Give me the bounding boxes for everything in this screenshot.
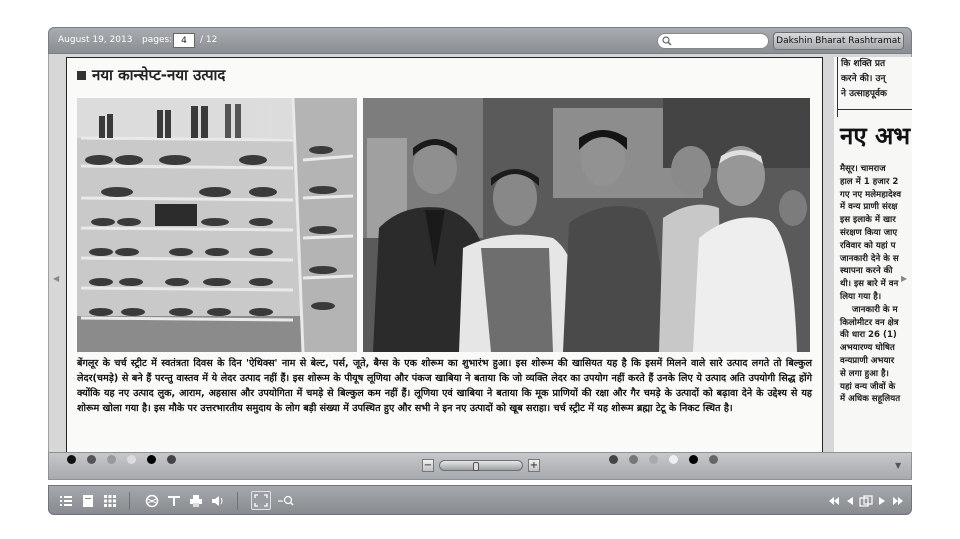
registration-dot (87, 455, 96, 464)
previous-page-icon[interactable] (843, 494, 857, 508)
registration-dot (669, 455, 678, 464)
adjacent-line: गए नए मलेमहादेश्व (840, 189, 901, 200)
adjacent-line: संरक्षण किया जाए (840, 227, 898, 238)
adjacent-line: थी। इस बारे में वन (840, 279, 899, 290)
toolbar-divider (237, 492, 238, 510)
speaker-icon[interactable] (211, 494, 225, 508)
search-icon (662, 36, 672, 46)
adjacent-line: हाल में 1 हजार 2 (840, 176, 899, 187)
adjacent-line: इस इलाके में खार (840, 215, 896, 226)
last-page-icon[interactable] (891, 494, 905, 508)
registration-dot (147, 455, 156, 464)
registration-dot (127, 455, 136, 464)
adjacent-line: जानकारी देने के स (840, 253, 899, 264)
shoe-shelves-photo (77, 98, 357, 352)
chevron-down-icon[interactable]: ▼ (895, 461, 901, 470)
publication-button[interactable]: Dakshin Bharat Rashtramat (773, 32, 904, 50)
adjacent-line: यहां वन्य जीवों के (840, 381, 896, 392)
page-number-input[interactable] (173, 33, 195, 48)
adjacent-body: मैसूर। चामराज हाल में 1 हजार 2 गए नए मले… (840, 163, 901, 406)
prev-page-arrow-icon[interactable]: ◀ (53, 274, 59, 283)
top-toolbar: August 19, 2013 pages: / 12 Dakshin Bhar… (48, 27, 912, 54)
adjacent-line: जानकारी के म (852, 304, 898, 315)
adjacent-line: किलोमीटर वन क्षेत्र (840, 317, 899, 328)
registration-dot (67, 455, 76, 464)
adjacent-line: ने उत्साहपूर्वक (841, 89, 887, 99)
issue-date: August 19, 2013 (58, 35, 133, 45)
adjacent-line: वन्यप्राणी अभयार (840, 355, 895, 366)
zoom-out-icon[interactable] (277, 494, 295, 508)
adjacent-line: स्थापना करने की (840, 266, 893, 277)
zoom-in-button[interactable]: + (528, 459, 540, 472)
clipping-article-text: बेंगलूर के चर्च स्ट्रीट में स्वतंत्रता द… (77, 358, 812, 414)
adjacent-line: मैसूर। चामराज (840, 164, 886, 174)
registration-dot (629, 455, 638, 464)
registration-dot (709, 455, 718, 464)
news-clipping: नया कान्सेप्ट-नया उत्पाद बेंगलूर के चर्च… (66, 57, 823, 475)
pages-label: pages: (142, 35, 173, 45)
two-page-spread-icon[interactable] (859, 494, 873, 508)
next-page-icon[interactable] (875, 494, 889, 508)
text-view-icon[interactable] (167, 494, 181, 508)
single-page-icon[interactable] (81, 494, 95, 508)
adjacent-line: रविवार को यहां प (840, 240, 896, 251)
next-page-arrow-icon[interactable]: ▶ (901, 274, 907, 283)
fullscreen-button[interactable] (251, 491, 271, 510)
flipbook-viewer: August 19, 2013 pages: / 12 Dakshin Bhar… (48, 27, 912, 515)
print-registration-dots-left (67, 453, 187, 464)
zoom-slider-thumb[interactable] (473, 462, 479, 471)
list-view-icon[interactable] (59, 494, 73, 508)
first-page-icon[interactable] (827, 494, 841, 508)
newspaper-page: नया कान्सेप्ट-नया उत्पाद बेंगलूर के चर्च… (66, 57, 823, 478)
search-input[interactable] (674, 35, 766, 47)
adjacent-article-column: कि शक्ति प्रत करने की। उन् ने उत्साहपूर्… (834, 57, 912, 478)
clipping-title-text: नया कान्सेप्ट-नया उत्पाद (92, 66, 226, 84)
column-rule (838, 109, 912, 110)
adjacent-line: अभयारण्य घोषित (840, 343, 895, 354)
registration-dot (609, 455, 618, 464)
print-icon[interactable] (189, 494, 203, 508)
zoom-out-button[interactable]: − (422, 459, 434, 472)
thumbnails-grid-icon[interactable] (103, 494, 117, 508)
registration-dot (649, 455, 658, 464)
page-stage: ◀ नया कान्सेप्ट-नया उत्पाद बेंगलूर के चर… (48, 54, 912, 480)
adjacent-headline: नए अभ (840, 122, 911, 150)
adjacent-line: लिया गया है। (840, 291, 882, 302)
total-pages: / 12 (200, 35, 218, 45)
zoom-strip: − + ▼ (48, 452, 912, 480)
registration-dot (107, 455, 116, 464)
launch-group-photo (363, 98, 810, 352)
adjacent-top-lines: कि शक्ति प्रत करने की। उन् ने उत्साहपूर्… (841, 57, 887, 102)
print-registration-dots-right (609, 453, 729, 464)
search-box[interactable] (657, 33, 769, 49)
adjacent-line: कि शक्ति प्रत (841, 59, 886, 69)
registration-dot (689, 455, 698, 464)
adjacent-line: में वन्य प्राणी संरक्ष (840, 202, 898, 213)
clipping-headline: नया कान्सेप्ट-नया उत्पाद (77, 65, 225, 85)
zoom-slider[interactable] (439, 460, 523, 471)
bottom-toolbar (48, 485, 912, 515)
adjacent-line: की धारा 26 (1) (840, 330, 897, 341)
share-globe-icon[interactable] (145, 494, 159, 508)
adjacent-line: से लगा हुआ है। (840, 368, 889, 379)
adjacent-line: में अधिक सहूलियत (840, 394, 901, 405)
toolbar-divider (129, 492, 130, 510)
column-divider (837, 57, 838, 117)
bullet-square-icon (77, 71, 86, 80)
registration-dot (167, 455, 176, 464)
adjacent-line: करने की। उन् (841, 74, 886, 84)
fullscreen-icon (254, 494, 268, 507)
zoom-control: − + (422, 459, 542, 473)
